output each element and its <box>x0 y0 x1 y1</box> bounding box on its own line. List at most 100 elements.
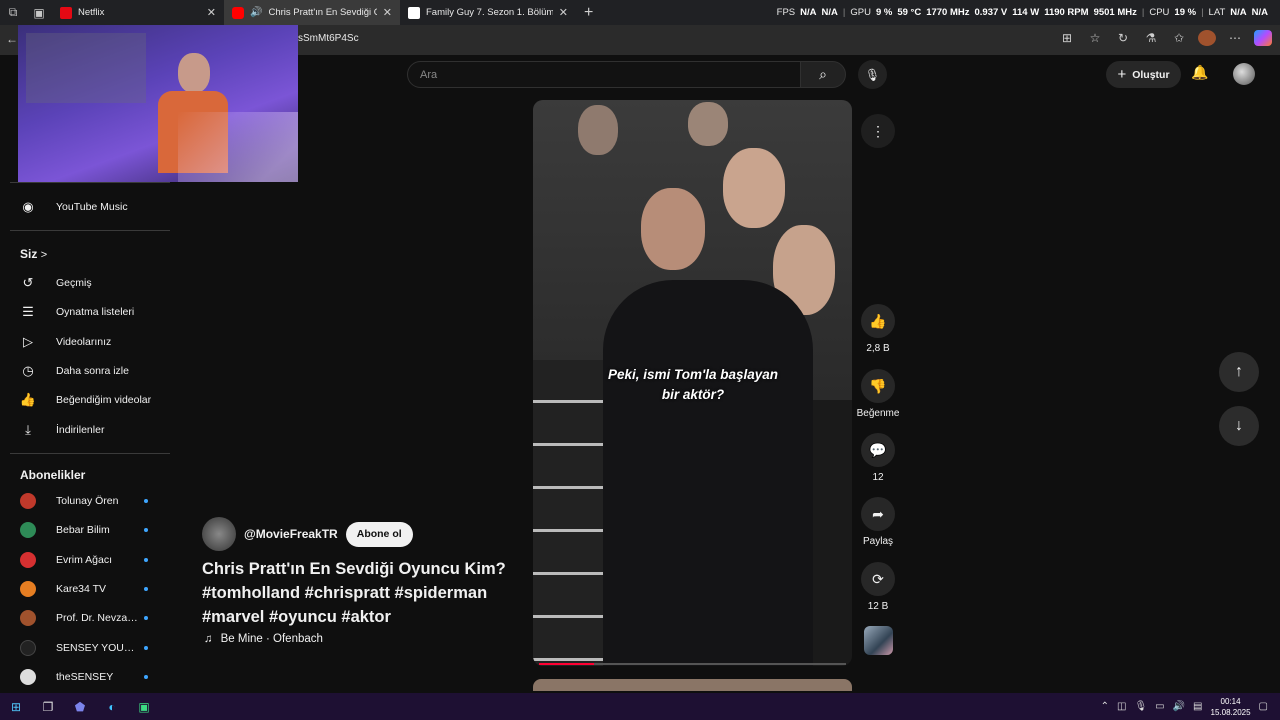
app-icon[interactable]: ▣ <box>128 693 160 720</box>
sound-thumbnail[interactable] <box>864 626 893 655</box>
tab-title: Family Guy 7. Sezon 1. Bölüm izle <box>426 7 553 18</box>
network-icon[interactable]: ▭ <box>1155 701 1164 712</box>
sidebar-item-label: Beğendiğim videolar <box>56 393 152 406</box>
task-view-icon[interactable]: ❐ <box>32 693 64 720</box>
next-short-preview[interactable] <box>533 679 852 691</box>
search-button[interactable]: ⌕ <box>800 61 846 88</box>
channel-name: Bebar Bilim <box>56 523 110 536</box>
next-short-button[interactable]: ↓ <box>1219 406 1259 446</box>
shorts-video-player[interactable]: Peki, ismi Tom'la başlayan bir aktör? <box>533 100 852 666</box>
sidebar-divider <box>10 453 170 454</box>
more-options-button[interactable]: ⋮ <box>861 114 895 148</box>
create-button[interactable]: + Oluştur <box>1106 61 1181 88</box>
netflix-icon <box>60 6 72 19</box>
close-tab-icon[interactable]: ✕ <box>383 6 392 19</box>
audio-playing-icon[interactable]: 🔊 <box>250 7 262 18</box>
notifications-icon[interactable]: ▢ <box>1259 701 1268 712</box>
tray-app-icon[interactable]: ◫ <box>1117 701 1126 712</box>
notifications-bell-icon[interactable]: 🔔 <box>1191 64 1208 81</box>
new-tab-icon[interactable]: + <box>576 4 601 22</box>
share-button[interactable]: ➦ Paylaş <box>856 497 900 547</box>
url-text[interactable]: sSmMt6P4Sc <box>298 33 359 44</box>
profile-avatar[interactable] <box>1198 30 1216 46</box>
app-available-icon[interactable]: ⊞ <box>1058 31 1076 45</box>
voice-search-button[interactable]: 🎙 <box>858 60 887 89</box>
dislike-button[interactable]: 👎 Beğenme <box>856 369 900 419</box>
sidebar-item-your-videos[interactable]: ▷ Videolarınız <box>0 327 172 356</box>
sidebar-item-downloads[interactable]: ⤓ İndirilenler <box>0 415 172 444</box>
tab-actions-icon[interactable]: ▣ <box>26 0 52 25</box>
video-progress-bar[interactable] <box>539 663 846 665</box>
tab-netflix[interactable]: Netflix ✕ <box>52 0 224 25</box>
subscription-item[interactable]: SENSEY YOUTUBE <box>0 633 172 662</box>
video-frame-figure <box>641 188 705 270</box>
refresh-icon[interactable]: ↻ <box>1114 31 1132 45</box>
fps-value-2: N/A <box>821 7 838 18</box>
menu-dots-icon[interactable]: ⋯ <box>1226 31 1244 45</box>
windows-taskbar: ⊞ ❐ ⬟ ◐ ▣ ⌃ ◫ 🎙 ▭ 🔊 ▤ 00:14 15.08.2025 ▢ <box>0 693 1280 720</box>
new-content-dot <box>144 645 148 650</box>
channel-name: theSENSEY <box>56 670 114 683</box>
close-tab-icon[interactable]: ✕ <box>207 6 216 19</box>
subscriptions-heading: Abonelikler <box>20 468 86 482</box>
gpu-clock: 1770 MHz <box>926 7 970 18</box>
subscription-item[interactable]: Kare34 TV <box>0 574 172 603</box>
subscription-item[interactable]: Evrim Ağacı <box>0 545 172 574</box>
lat-value: N/A <box>1230 7 1247 18</box>
tray-app-icon[interactable]: ▤ <box>1193 701 1202 712</box>
video-frame-figure <box>688 102 728 146</box>
playlist-icon: ☰ <box>22 303 34 319</box>
comments-button[interactable]: 💬 12 <box>856 433 900 483</box>
like-button[interactable]: 👍 2,8 B <box>856 304 900 354</box>
channel-name: Prof. Dr. Nevzat Tarhan <box>56 611 138 624</box>
channel-avatar <box>20 668 36 685</box>
you-section-heading[interactable]: Siz > <box>20 247 47 261</box>
subscribe-button[interactable]: Abone ol <box>345 521 413 547</box>
search-input[interactable]: Ara <box>407 61 801 88</box>
like-count: 2,8 B <box>866 343 890 354</box>
video-frame-figure <box>603 280 813 666</box>
subscription-item[interactable]: Tolunay Ören <box>0 486 172 515</box>
sidebar-item-history[interactable]: ↺ Geçmiş <box>0 268 172 297</box>
copilot-icon[interactable] <box>1254 30 1272 46</box>
favorite-star-icon[interactable]: ☆ <box>1086 31 1104 45</box>
close-tab-icon[interactable]: ✕ <box>559 6 568 19</box>
subscription-item[interactable]: Bebar Bilim <box>0 515 172 544</box>
tab-family-guy[interactable]: Family Guy 7. Sezon 1. Bölüm izle ✕ <box>400 0 576 25</box>
sidebar-item-playlists[interactable]: ☰ Oynatma listeleri <box>0 297 172 326</box>
teams-icon[interactable]: ⬟ <box>64 693 96 720</box>
volume-icon[interactable]: 🔊 <box>1173 701 1185 712</box>
subscription-item[interactable]: Prof. Dr. Nevzat Tarhan <box>0 603 172 632</box>
windows-start-icon[interactable]: ⊞ <box>0 693 32 720</box>
music-note-icon: ♫ <box>204 633 213 645</box>
user-avatar[interactable] <box>1233 63 1255 85</box>
sidebar-item-watch-later[interactable]: ◷ Daha sonra izle <box>0 356 172 385</box>
previous-short-button[interactable]: ↑ <box>1219 352 1259 392</box>
channel-name[interactable]: @MovieFreakTR <box>244 527 338 541</box>
sidebar-item-label: YouTube Music <box>56 200 128 213</box>
clock[interactable]: 00:14 15.08.2025 <box>1211 696 1251 718</box>
workspaces-icon[interactable]: ⧉ <box>0 0 26 25</box>
music-credit[interactable]: ♫ Be Mine · Ofenbach <box>204 633 323 645</box>
back-arrow-icon[interactable]: ← <box>6 32 18 46</box>
dislike-label: Beğenme <box>856 408 900 419</box>
tab-youtube[interactable]: 🔊 Chris Pratt'ın En Sevdiği Oyuncu Kim? … <box>224 0 400 25</box>
sidebar-item-youtube-music[interactable]: ◉ YouTube Music <box>0 192 172 221</box>
sidebar-item-liked-videos[interactable]: 👍 Beğendiğim videolar <box>0 385 172 414</box>
extensions-icon[interactable]: ⚗ <box>1142 31 1160 45</box>
channel-avatar <box>20 521 36 538</box>
remix-button[interactable]: ⟳ 12 B <box>856 562 900 612</box>
webcam-background <box>26 33 146 103</box>
edge-icon[interactable]: ◐ <box>96 693 128 720</box>
subtitle-line: Peki, ismi Tom'la başlayan <box>607 367 779 382</box>
favorites-icon[interactable]: ✩ <box>1170 31 1188 45</box>
microphone-icon[interactable]: 🎙 <box>1134 701 1147 712</box>
channel-avatar[interactable] <box>202 517 236 551</box>
subscription-item[interactable]: theSENSEY <box>0 662 172 691</box>
youtube-music-icon: ◉ <box>22 198 34 214</box>
video-title[interactable]: Chris Pratt'ın En Sevdiği Oyuncu Kim? #t… <box>202 557 522 629</box>
webcam-overlay <box>18 25 298 182</box>
chevron-up-icon[interactable]: ⌃ <box>1101 701 1109 712</box>
browser-toolbar: ⊞ ☆ ↻ ⚗ ✩ ⋯ <box>1058 30 1272 46</box>
tab-title: Chris Pratt'ın En Sevdiği Oyuncu Kim? #t… <box>268 7 376 18</box>
